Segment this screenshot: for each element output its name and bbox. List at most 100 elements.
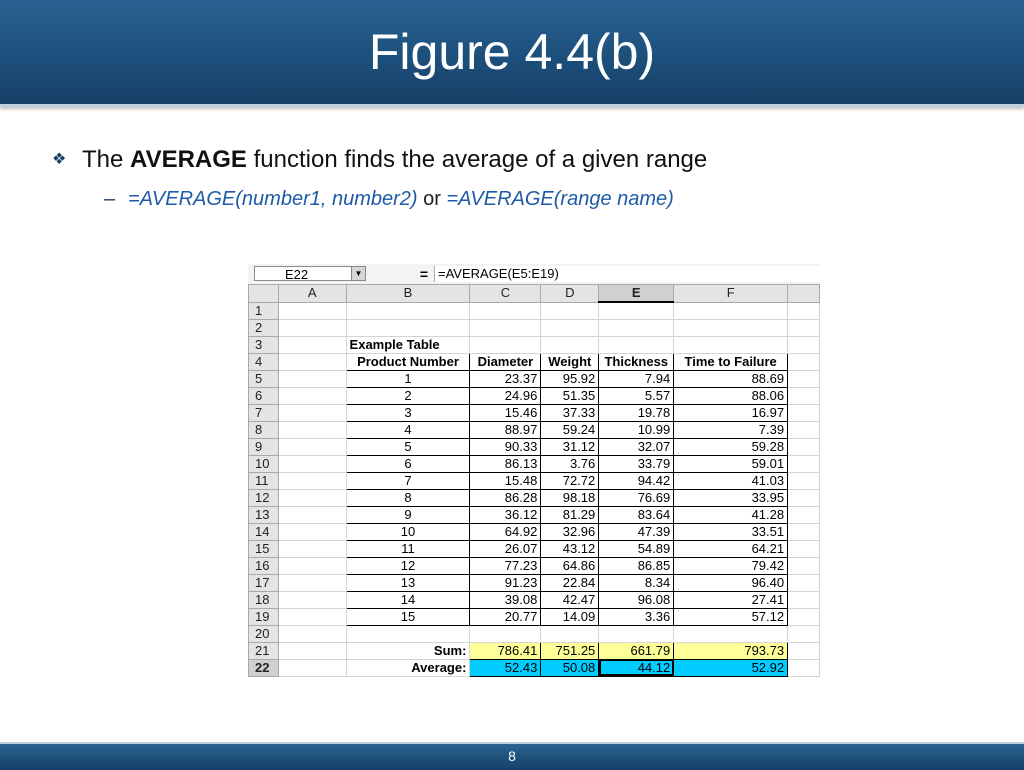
cell[interactable]	[598, 318, 675, 337]
data-cell[interactable]: 43.12	[540, 539, 600, 558]
cell[interactable]	[277, 352, 347, 371]
cell[interactable]	[469, 335, 542, 354]
data-cell[interactable]: 47.39	[598, 522, 675, 541]
row-header[interactable]: 11	[248, 471, 279, 490]
data-cell[interactable]: 24.96	[469, 386, 542, 405]
table-header-cell[interactable]: Thickness	[598, 352, 675, 371]
cell[interactable]	[277, 437, 347, 456]
data-cell[interactable]: 37.33	[540, 403, 600, 422]
data-cell[interactable]: 33.51	[673, 522, 789, 541]
cell[interactable]	[277, 522, 347, 541]
cell[interactable]	[673, 301, 789, 320]
sum-cell[interactable]: 793.73	[673, 641, 789, 660]
column-header[interactable]: B	[345, 284, 471, 303]
sum-cell[interactable]: 751.25	[540, 641, 600, 660]
data-cell[interactable]: 20.77	[469, 607, 542, 626]
cell[interactable]	[787, 420, 820, 439]
data-cell[interactable]: 32.96	[540, 522, 600, 541]
data-cell[interactable]: 42.47	[540, 590, 600, 609]
data-cell[interactable]: 8	[345, 488, 471, 507]
sum-cell[interactable]: 661.79	[598, 641, 675, 660]
average-cell[interactable]: 50.08	[540, 658, 600, 677]
cell[interactable]	[787, 539, 820, 558]
column-header[interactable]: C	[469, 284, 542, 303]
data-cell[interactable]: 10.99	[598, 420, 675, 439]
data-cell[interactable]: 86.85	[598, 556, 675, 575]
row-header[interactable]: 6	[248, 386, 279, 405]
cell[interactable]	[540, 318, 600, 337]
cell[interactable]	[277, 369, 347, 388]
row-header[interactable]: 12	[248, 488, 279, 507]
cell[interactable]	[787, 505, 820, 524]
data-cell[interactable]: 64.21	[673, 539, 789, 558]
data-cell[interactable]: 83.64	[598, 505, 675, 524]
data-cell[interactable]: 31.12	[540, 437, 600, 456]
data-cell[interactable]: 9	[345, 505, 471, 524]
cell[interactable]	[345, 301, 471, 320]
cell[interactable]	[598, 301, 675, 320]
data-cell[interactable]: 51.35	[540, 386, 600, 405]
row-header[interactable]: 8	[248, 420, 279, 439]
table-header-cell[interactable]: Weight	[540, 352, 600, 371]
average-label-cell[interactable]: Average:	[345, 658, 471, 677]
data-cell[interactable]: 88.69	[673, 369, 789, 388]
data-cell[interactable]: 33.95	[673, 488, 789, 507]
cell[interactable]	[787, 335, 820, 354]
data-cell[interactable]: 90.33	[469, 437, 542, 456]
data-cell[interactable]: 14	[345, 590, 471, 609]
data-cell[interactable]: 86.28	[469, 488, 542, 507]
column-header[interactable]: D	[540, 284, 600, 303]
cell[interactable]	[787, 471, 820, 490]
column-header[interactable]: A	[277, 284, 347, 303]
cell[interactable]	[277, 573, 347, 592]
cell[interactable]	[787, 556, 820, 575]
data-cell[interactable]: 2	[345, 386, 471, 405]
cell[interactable]	[277, 454, 347, 473]
average-cell[interactable]: 52.92	[673, 658, 789, 677]
sum-cell[interactable]: 786.41	[469, 641, 542, 660]
data-cell[interactable]: 54.89	[598, 539, 675, 558]
name-box-dropdown-icon[interactable]: ▼	[351, 266, 366, 281]
cell[interactable]	[277, 556, 347, 575]
cell[interactable]	[469, 624, 542, 643]
table-header-cell[interactable]: Diameter	[469, 352, 542, 371]
row-header[interactable]: 16	[248, 556, 279, 575]
data-cell[interactable]: 3	[345, 403, 471, 422]
cell[interactable]	[540, 301, 600, 320]
data-cell[interactable]: 13	[345, 573, 471, 592]
column-header[interactable]: F	[673, 284, 789, 303]
data-cell[interactable]: 19.78	[598, 403, 675, 422]
cell[interactable]	[277, 658, 347, 677]
data-cell[interactable]: 3.36	[598, 607, 675, 626]
data-cell[interactable]: 7	[345, 471, 471, 490]
cell[interactable]	[787, 488, 820, 507]
row-header[interactable]: 18	[248, 590, 279, 609]
cell[interactable]	[787, 403, 820, 422]
cell[interactable]	[345, 624, 471, 643]
data-cell[interactable]: 94.42	[598, 471, 675, 490]
cell[interactable]	[277, 488, 347, 507]
row-header[interactable]: 21	[248, 641, 279, 660]
data-cell[interactable]: 5	[345, 437, 471, 456]
cell[interactable]	[277, 386, 347, 405]
cell[interactable]	[277, 624, 347, 643]
data-cell[interactable]: 1	[345, 369, 471, 388]
data-cell[interactable]: 3.76	[540, 454, 600, 473]
data-cell[interactable]: 36.12	[469, 505, 542, 524]
data-cell[interactable]: 79.42	[673, 556, 789, 575]
data-cell[interactable]: 6	[345, 454, 471, 473]
cell[interactable]	[673, 335, 789, 354]
cell[interactable]	[277, 318, 347, 337]
data-cell[interactable]: 59.28	[673, 437, 789, 456]
data-cell[interactable]: 10	[345, 522, 471, 541]
row-header[interactable]: 2	[248, 318, 279, 337]
cell[interactable]	[787, 641, 820, 660]
cell[interactable]	[673, 318, 789, 337]
data-cell[interactable]: 57.12	[673, 607, 789, 626]
data-cell[interactable]: 16.97	[673, 403, 789, 422]
row-header[interactable]: 13	[248, 505, 279, 524]
data-cell[interactable]: 15	[345, 607, 471, 626]
data-cell[interactable]: 91.23	[469, 573, 542, 592]
data-cell[interactable]: 4	[345, 420, 471, 439]
cell[interactable]	[277, 641, 347, 660]
